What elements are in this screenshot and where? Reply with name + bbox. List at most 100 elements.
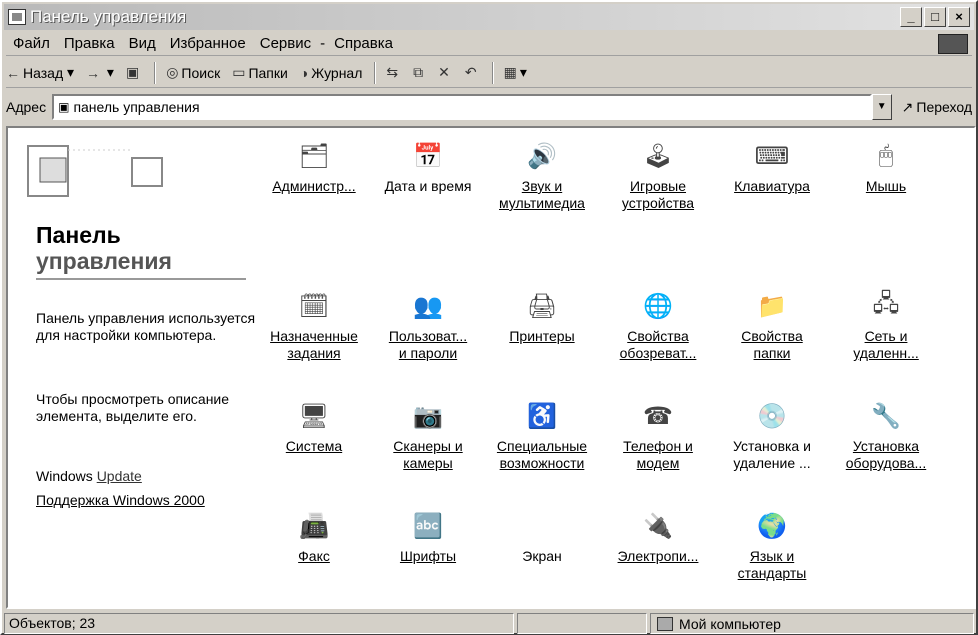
item-label: Пользоват... и пароли (388, 328, 468, 361)
menu-edit[interactable]: Правка (57, 35, 122, 52)
zone-panel: Мой компьютер (650, 613, 974, 634)
control-panel-item[interactable]: 🗓 Назначенные задания (258, 288, 370, 362)
menu-tools[interactable]: Сервис (253, 35, 318, 52)
forward-button[interactable]: → ▾ (86, 64, 114, 81)
phone-modem-icon: ☎ (643, 402, 673, 430)
move-to-icon: ⇆ (386, 64, 399, 80)
control-panel-item[interactable]: 🖥 Система (258, 398, 370, 455)
item-label: Специальные возможности (496, 438, 588, 471)
folders-button[interactable]: ▭ Папки (232, 64, 288, 81)
maximize-button[interactable]: □ (924, 7, 946, 27)
folder-options-icon: 📁 (757, 292, 787, 320)
globe-icon: 🌍 (757, 512, 787, 540)
item-label: Система (285, 438, 343, 454)
views-button[interactable]: ▦ ▾ (504, 64, 527, 81)
undo-button[interactable]: ↶ (465, 64, 480, 81)
item-label: Сканеры и камеры (393, 438, 463, 471)
search-button[interactable]: ◎ Поиск (166, 64, 220, 81)
control-panel-item[interactable]: 📁 Свойства папки (716, 288, 828, 362)
fonts-folder-icon: 🔤 (413, 512, 443, 540)
item-label: Администр... (272, 178, 356, 194)
close-button[interactable]: × (948, 7, 970, 27)
menu-file[interactable]: Файл (6, 35, 57, 52)
copy-to-button[interactable]: ⧉ (413, 64, 426, 81)
windows-update-link[interactable]: Windows Update (36, 468, 142, 484)
forward-arrow-icon: → (86, 64, 101, 81)
menu-view[interactable]: Вид (122, 35, 163, 52)
move-to-button[interactable]: ⇆ (386, 64, 401, 81)
display-icon (524, 508, 560, 544)
up-button[interactable]: ▣ (126, 64, 142, 81)
internet-options-icon: 🌐 (643, 292, 673, 320)
control-panel-item[interactable]: 📠 Факс (258, 508, 370, 565)
printers-folder-icon: 🖨 (526, 292, 558, 320)
control-panel-item[interactable]: 🖱 Мышь (830, 138, 942, 195)
item-label: Назначенные задания (270, 328, 358, 361)
control-panel-item[interactable]: 🔤 Шрифты (372, 508, 484, 565)
menu-favorites[interactable]: Избранное (163, 35, 253, 52)
content-pane: Панель управления Панель управления испо… (6, 126, 976, 609)
standard-toolbar: ← Назад ▾ → ▾ ▣ ◎ Поиск ▭ Папки ◑ Журнал ⇆ ⧉… (6, 58, 972, 88)
toolbar-separator (154, 61, 157, 84)
accessibility-icon: ♿ (527, 402, 557, 430)
control-panel-item[interactable]: 🔧 Установка оборудова... (830, 398, 942, 472)
go-button[interactable]: ↗ Переход (902, 99, 972, 116)
control-panel-item[interactable]: 📅 Дата и время (372, 138, 484, 195)
joystick-icon: 🕹 (642, 142, 674, 170)
history-icon: ◑ (299, 64, 309, 81)
scheduled-tasks-icon: 🗓 (298, 292, 330, 320)
back-arrow-icon: ← (6, 64, 20, 81)
control-panel-window: Панель управления _ □ × Файл Правка Вид … (0, 0, 978, 635)
address-input[interactable]: ▣ панель управления (52, 94, 872, 120)
control-panel-item[interactable]: ♿ Специальные возможности (486, 398, 598, 472)
item-label: Звук и мультимедиа (499, 178, 585, 211)
computer-icon: 🖥 (298, 402, 330, 430)
item-label: Шрифты (399, 548, 457, 564)
control-panel-item[interactable]: 🖨 Принтеры (486, 288, 598, 345)
status-middle-panel (517, 613, 647, 634)
control-panel-item[interactable]: 🔊 Звук и мультимедиа (486, 138, 598, 212)
undo-icon: ↶ (464, 64, 477, 80)
power-options-icon: 🔌 (643, 512, 673, 540)
control-panel-item[interactable]: 🔌 Электропи... (602, 508, 714, 565)
item-label: Дата и время (384, 178, 472, 194)
control-panel-small-icon: ▣ (58, 100, 70, 114)
add-remove-programs-icon: 💿 (757, 402, 787, 430)
item-label: Свойства папки (741, 328, 803, 361)
calendar-clock-icon: 📅 (413, 142, 443, 170)
delete-button[interactable]: ✕ (438, 64, 453, 81)
control-panel-item[interactable]: 🌐 Свойства обозреват... (602, 288, 714, 362)
control-panel-item[interactable]: ☎ Телефон и модем (602, 398, 714, 472)
go-arrow-icon: ↗ (901, 98, 914, 115)
control-panel-item[interactable]: 👥 Пользоват... и пароли (372, 288, 484, 362)
control-panel-item[interactable]: 💿 Установка и удаление ... (716, 398, 828, 472)
item-label: Мышь (865, 178, 907, 194)
back-button[interactable]: ← Назад ▾ (6, 64, 74, 81)
views-icon: ▦ (503, 64, 517, 80)
history-button[interactable]: ◑ Журнал (300, 65, 363, 81)
menu-separator: - (320, 35, 326, 52)
control-panel-item[interactable]: ⌨ Клавиатура (716, 138, 828, 195)
control-panel-item[interactable]: Экран (486, 508, 598, 565)
control-panel-item[interactable]: 📷 Сканеры и камеры (372, 398, 484, 472)
menu-help[interactable]: Справка (327, 35, 400, 52)
control-panel-item[interactable]: 🕹 Игровые устройства (602, 138, 714, 212)
heading-divider (36, 278, 246, 280)
windows-support-link[interactable]: Поддержка Windows 2000 (36, 492, 205, 508)
control-panel-item[interactable]: 🖧 Сеть и удаленн... (830, 288, 942, 362)
window-title: Панель управления (30, 7, 187, 26)
scanner-camera-icon: 📷 (413, 402, 443, 430)
windows-logo-icon (938, 34, 968, 54)
panel-heading: Панель управления (36, 222, 172, 274)
item-label: Принтеры (509, 328, 575, 344)
admin-tools-icon: 🗂 (298, 142, 330, 170)
address-dropdown[interactable]: ▼ (871, 94, 892, 120)
title-bar[interactable]: Панель управления _ □ × (4, 4, 974, 30)
control-panel-icon (8, 9, 26, 25)
minimize-button[interactable]: _ (900, 7, 922, 27)
delete-icon: ✕ (438, 64, 450, 80)
control-panel-item[interactable]: 🗂 Администр... (258, 138, 370, 195)
zone-label: Мой компьютер (679, 615, 781, 632)
item-label: Сеть и удаленн... (853, 328, 919, 361)
control-panel-item[interactable]: 🌍 Язык и стандарты (716, 508, 828, 582)
